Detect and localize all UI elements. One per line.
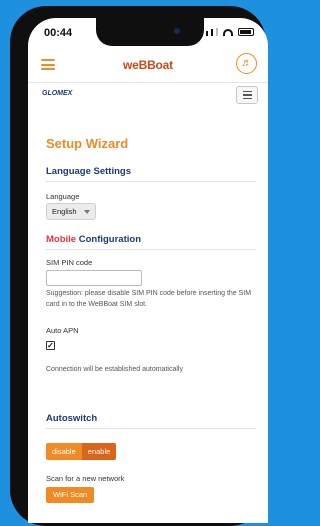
nav-toggle-button[interactable] (236, 86, 258, 104)
autoswitch-section-title: Autoswitch (46, 413, 256, 429)
chevron-down-icon (84, 210, 90, 214)
status-icons (201, 28, 254, 36)
mobile-title-accent: Mobile (46, 234, 77, 245)
language-select[interactable]: English (46, 203, 96, 220)
mobile-title-rest: Configuration (76, 234, 141, 245)
glomex-logo: GLOMEX (42, 90, 73, 97)
sim-pin-input[interactable] (46, 270, 142, 286)
auto-apn-checkbox[interactable]: ✓ (46, 341, 55, 350)
wifi-icon (223, 29, 233, 36)
battery-icon (238, 28, 254, 36)
webboat-logo: weBBoat (123, 58, 173, 72)
status-bar: 00:44 (28, 18, 268, 44)
page-title: Setup Wizard (46, 136, 129, 151)
app-screen: 00:44 weBBoat ♬ GLOMEX Setup Wizard Lang… (28, 18, 268, 523)
sub-header: GLOMEX (28, 84, 268, 108)
mobile-section-title: Mobile Configuration (46, 234, 256, 250)
signal-icon (216, 28, 218, 36)
autoswitch-toggle: disable enable (46, 443, 117, 460)
language-section-title: Language Settings (46, 166, 256, 182)
signal-icon (206, 31, 208, 36)
language-select-value: English (52, 207, 77, 216)
signal-icon (201, 33, 203, 36)
auto-apn-label: Auto APN (46, 326, 79, 335)
language-label: Language (46, 192, 80, 201)
disable-button[interactable]: disable (46, 443, 82, 460)
sim-pin-label: SIM PIN code (46, 258, 93, 267)
bell-icon[interactable]: ♬ (236, 53, 257, 74)
hamburger-menu-icon[interactable] (41, 59, 55, 70)
scan-label: Scan for a new network (46, 474, 125, 483)
status-time: 00:44 (44, 27, 73, 39)
wifi-scan-button[interactable]: WiFi Scan (46, 487, 95, 503)
enable-button[interactable]: enable (81, 443, 117, 460)
sim-pin-help: Suggestion: please disable SIM PIN code … (46, 290, 252, 308)
app-header: weBBoat ♬ (28, 48, 268, 83)
signal-icon (211, 29, 213, 36)
connection-note: Connection will be established automatic… (46, 366, 183, 373)
phone-frame: 00:44 weBBoat ♬ GLOMEX Setup Wizard Lang… (10, 6, 268, 526)
